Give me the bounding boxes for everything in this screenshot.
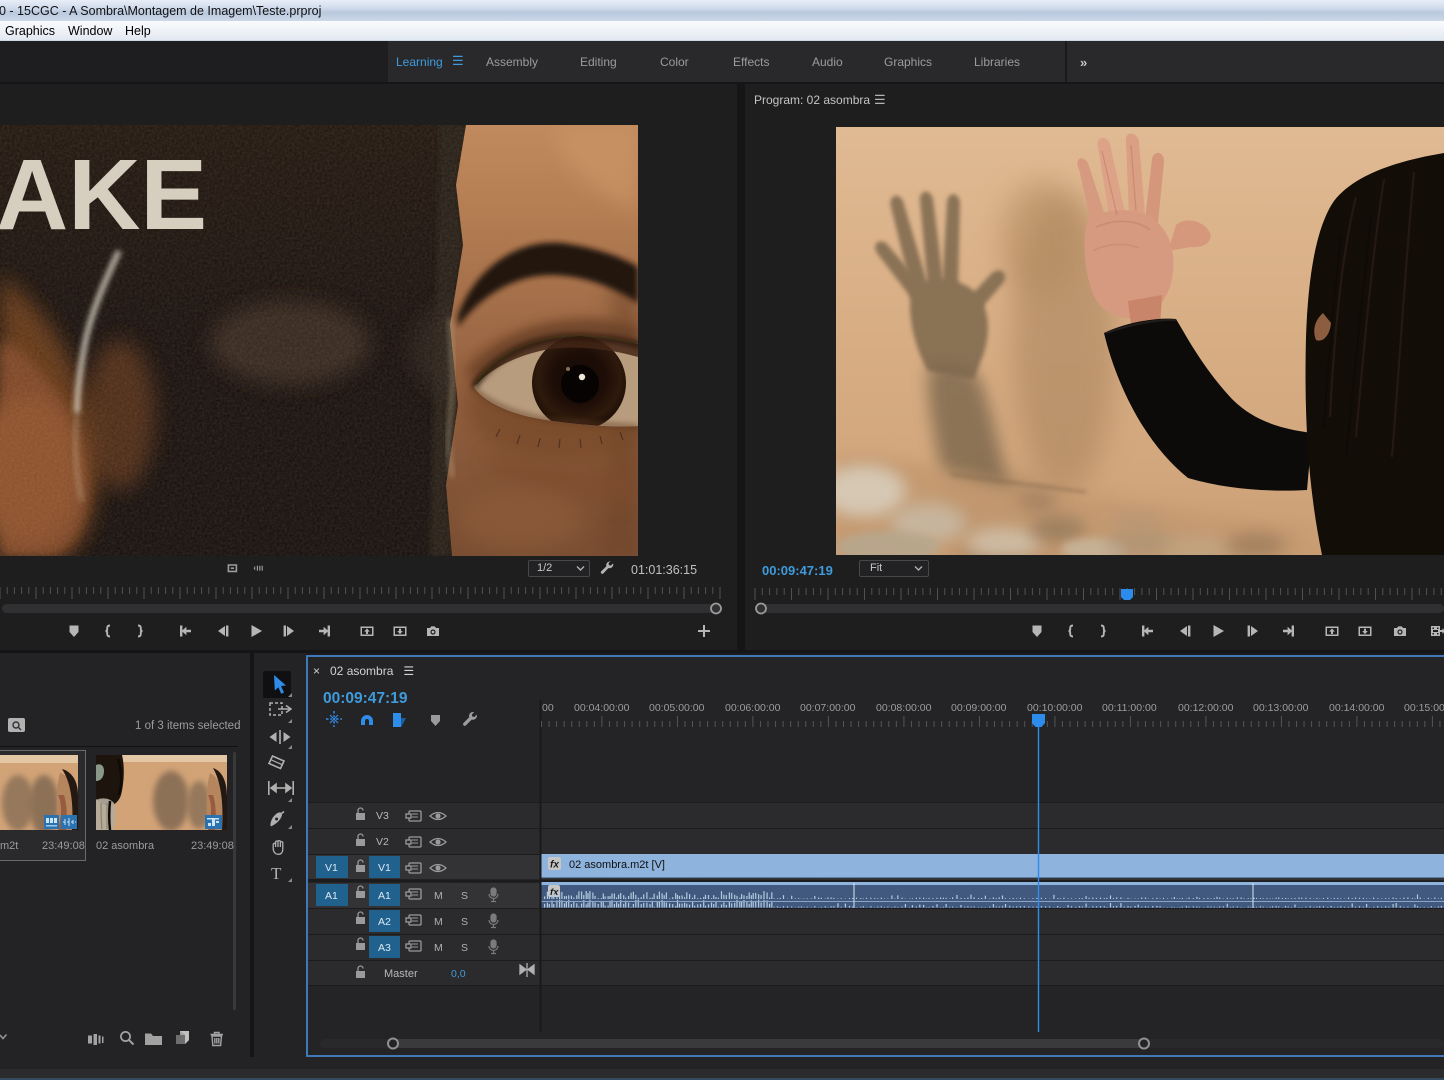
svg-text:V1: V1 xyxy=(325,862,338,874)
svg-text:00:14:00:00: 00:14:00:00 xyxy=(1329,702,1385,714)
svg-text:A2: A2 xyxy=(378,916,391,928)
svg-text:02 asombra.m2t [V]: 02 asombra.m2t [V] xyxy=(569,859,665,871)
svg-text:M: M xyxy=(434,890,443,902)
svg-text:V1: V1 xyxy=(378,862,391,874)
svg-text:fx: fx xyxy=(550,887,559,898)
svg-text:00:09:00:00: 00:09:00:00 xyxy=(951,702,1007,714)
svg-text:S: S xyxy=(461,916,468,928)
svg-text:00:11:00:00: 00:11:00:00 xyxy=(1102,702,1157,714)
svg-text:00:10:00:00: 00:10:00:00 xyxy=(1027,702,1083,714)
svg-text:fx: fx xyxy=(550,860,559,871)
svg-text:00:06:00:00: 00:06:00:00 xyxy=(725,702,781,714)
svg-text:V3: V3 xyxy=(376,810,389,822)
svg-text:00:13:00:00: 00:13:00:00 xyxy=(1253,702,1309,714)
svg-text:Master: Master xyxy=(384,968,418,980)
svg-text:00:08:00:00: 00:08:00:00 xyxy=(876,702,932,714)
svg-text:00:05:00:00: 00:05:00:00 xyxy=(649,702,705,714)
svg-text:AKE: AKE xyxy=(0,139,207,251)
svg-text:00:15:00: 00:15:00 xyxy=(1404,702,1444,714)
svg-text:S: S xyxy=(461,890,468,902)
svg-text:M: M xyxy=(434,916,443,928)
svg-text:V2: V2 xyxy=(376,836,389,848)
svg-text:T: T xyxy=(271,864,282,883)
svg-text:M: M xyxy=(434,942,443,954)
svg-text:00:04:00:00: 00:04:00:00 xyxy=(574,702,630,714)
svg-text:A1: A1 xyxy=(325,890,338,902)
svg-text:0,0: 0,0 xyxy=(451,968,466,980)
svg-text:A3: A3 xyxy=(378,942,391,954)
svg-text:00:12:00:00: 00:12:00:00 xyxy=(1178,702,1234,714)
svg-text:A1: A1 xyxy=(378,890,391,902)
svg-text:00:07:00:00: 00:07:00:00 xyxy=(800,702,856,714)
svg-text:S: S xyxy=(461,942,468,954)
svg-text:00: 00 xyxy=(542,702,554,714)
